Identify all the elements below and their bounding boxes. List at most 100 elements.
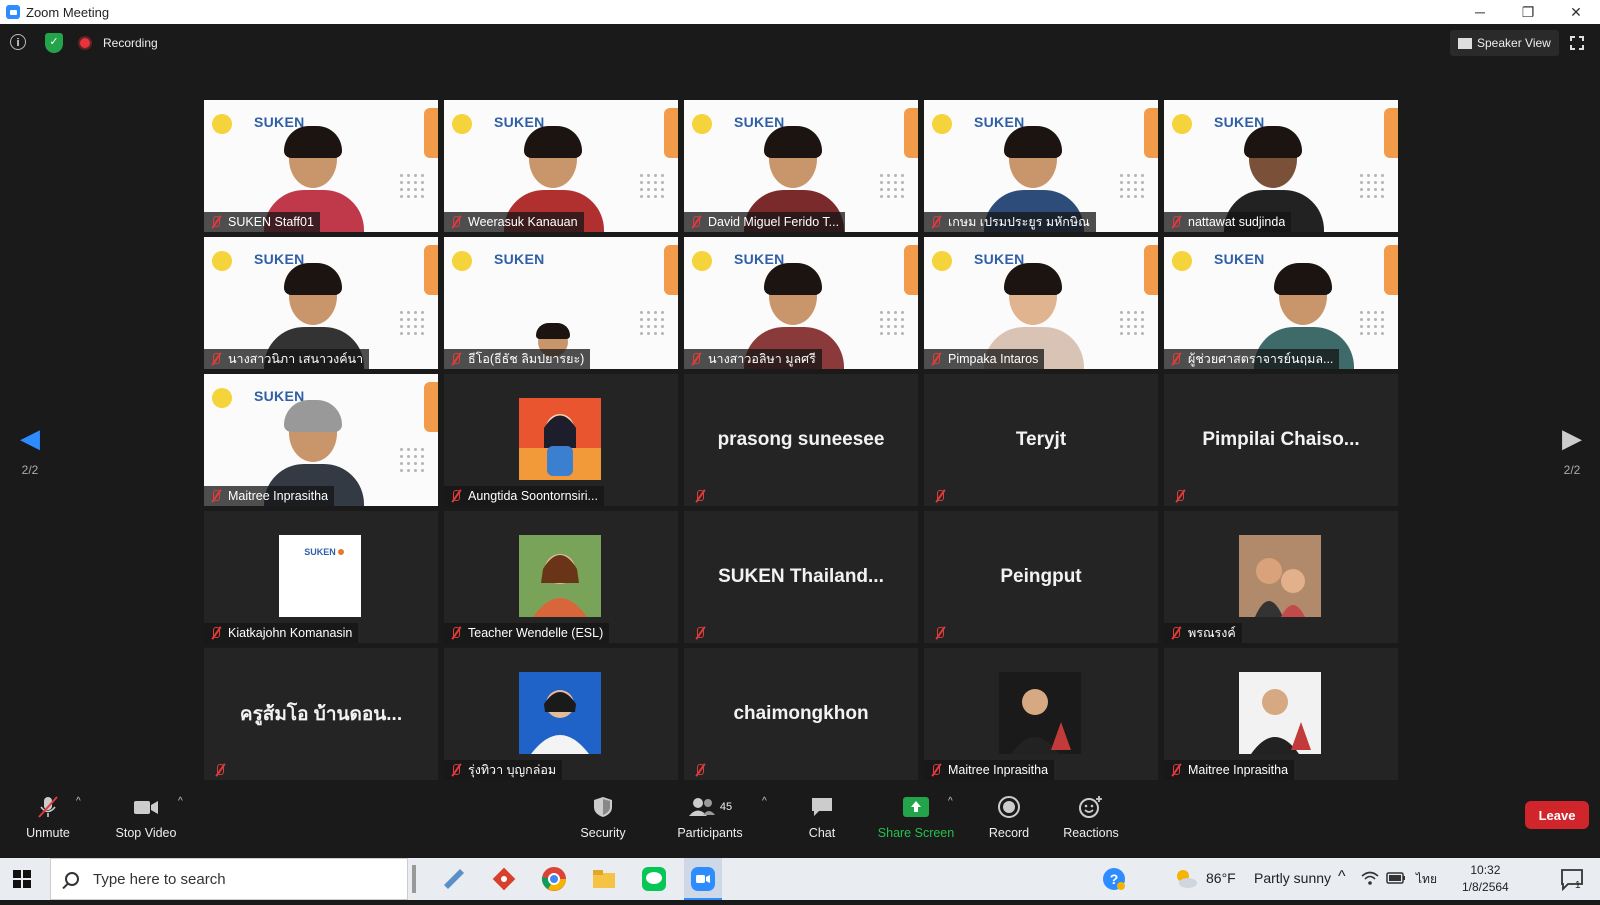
- participant-tile[interactable]: SUKEN นางสาวนิภา เสนาวงค์นา: [204, 237, 438, 369]
- participant-tile[interactable]: SUKEN นางสาวอลิษา มูลศรี: [684, 237, 918, 369]
- name-tag: Weerasuk Kanauan: [444, 212, 584, 232]
- wifi-icon[interactable]: [1360, 868, 1380, 888]
- share-screen-icon: [903, 797, 929, 817]
- participant-name: Pimpaka Intaros: [948, 352, 1039, 366]
- reactions-button[interactable]: Reactions: [1060, 794, 1122, 840]
- security-button[interactable]: Security: [568, 794, 638, 840]
- system-clock[interactable]: 10:32 1/8/2564: [1462, 862, 1509, 896]
- participant-name-large: SUKEN Thailand...: [718, 566, 884, 587]
- chrome-icon[interactable]: [540, 865, 568, 893]
- taskbar-search-box[interactable]: [50, 858, 408, 900]
- close-button[interactable]: ✕: [1552, 0, 1600, 24]
- participant-tile[interactable]: SUKEN David Miguel Ferido T...: [684, 100, 918, 232]
- speaker-view-icon: [1458, 37, 1472, 49]
- file-viewer-app-icon[interactable]: [440, 865, 468, 893]
- unmute-button[interactable]: Unmute: [16, 794, 80, 840]
- participant-tile[interactable]: ครูส้มโอ บ้านดอน...: [204, 648, 438, 780]
- participant-name: David Miguel Ferido T...: [708, 215, 840, 229]
- participant-name-large: Teryjt: [1015, 429, 1067, 450]
- share-screen-button[interactable]: Share Screen: [874, 794, 958, 840]
- participant-name: Teacher Wendelle (ESL): [468, 626, 604, 640]
- participant-tile[interactable]: Teacher Wendelle (ESL): [444, 511, 678, 643]
- decor-dots: [398, 446, 424, 472]
- taskbar-search-input[interactable]: [91, 869, 395, 889]
- participant-tile[interactable]: รุ่งทิวา บุญกล่อม: [444, 648, 678, 780]
- name-tag: Teacher Wendelle (ESL): [444, 623, 610, 643]
- restore-button[interactable]: ❐: [1504, 0, 1552, 24]
- svg-text:?: ?: [1110, 871, 1119, 887]
- participant-tile[interactable]: SUKEN ธีโอ(ธีธัช ลิมปยารยะ): [444, 237, 678, 369]
- decor-shape: [424, 245, 438, 295]
- leave-button[interactable]: Leave: [1525, 801, 1589, 829]
- chat-button[interactable]: Chat: [800, 794, 844, 840]
- decor-shape: [664, 245, 678, 295]
- share-options-caret-icon[interactable]: ^: [948, 796, 953, 807]
- participant-tile[interactable]: Aungtida Soontornsiri...: [444, 374, 678, 506]
- participant-tile[interactable]: SUKEN SUKEN Staff01: [204, 100, 438, 232]
- participant-tile[interactable]: prasong suneesee: [684, 374, 918, 506]
- mic-muted-icon: [932, 625, 948, 641]
- participant-tile[interactable]: Teryjt: [924, 374, 1158, 506]
- arrow-right-icon[interactable]: ▶: [1557, 425, 1587, 451]
- fullscreen-icon[interactable]: [1570, 36, 1584, 50]
- participants-label: Participants: [677, 826, 743, 840]
- participants-button[interactable]: 45 Participants: [668, 794, 752, 840]
- participant-name: SUKEN Staff01: [228, 215, 314, 229]
- participant-tile[interactable]: SUKEN ผู้ช่วยศาสตราจารย์นฤมล...: [1164, 237, 1398, 369]
- participant-tile[interactable]: Maitree Inprasitha: [924, 648, 1158, 780]
- encryption-shield-icon[interactable]: ✓: [45, 33, 63, 53]
- medal-icon: [692, 251, 712, 271]
- help-icon[interactable]: ?: [1100, 865, 1128, 893]
- name-tag: nattawat sudjinda: [1164, 212, 1292, 232]
- minimize-button[interactable]: ─: [1456, 0, 1504, 24]
- game-app-icon[interactable]: [490, 865, 518, 893]
- arrow-left-icon[interactable]: ◀: [15, 425, 45, 451]
- decor-shape: [424, 108, 438, 158]
- name-tag: นางสาวอลิษา มูลศรี: [684, 349, 822, 369]
- mic-muted-icon: [448, 488, 464, 504]
- name-tag: Kiatkajohn Komanasin: [204, 623, 359, 643]
- prev-page-nav[interactable]: ◀ 2/2: [15, 425, 45, 477]
- video-options-caret-icon[interactable]: ^: [178, 796, 183, 807]
- participant-tile[interactable]: SUKEN nattawat sudjinda: [1164, 100, 1398, 232]
- window-titlebar: Zoom Meeting ─ ❐ ✕: [0, 0, 1600, 24]
- language-indicator[interactable]: ไทย: [1416, 870, 1437, 889]
- line-app-icon[interactable]: [640, 865, 668, 893]
- microphone-muted-icon: [38, 796, 58, 818]
- participant-tile[interactable]: SUKEN Thailand...: [684, 511, 918, 643]
- audio-options-caret-icon[interactable]: ^: [76, 796, 81, 807]
- battery-icon[interactable]: [1386, 870, 1406, 886]
- mic-muted-icon: [448, 625, 464, 641]
- participants-options-caret-icon[interactable]: ^: [762, 796, 767, 807]
- participant-tile[interactable]: Pimpilai Chaiso...: [1164, 374, 1398, 506]
- mic-muted-icon: [928, 214, 944, 230]
- participant-tile[interactable]: SUKEN Weerasuk Kanauan: [444, 100, 678, 232]
- speaker-view-button[interactable]: Speaker View: [1450, 30, 1559, 56]
- zoom-taskbar-item[interactable]: [684, 858, 722, 900]
- participant-tile[interactable]: SUKEN Kiatkajohn Komanasin: [204, 511, 438, 643]
- participant-tile[interactable]: พรณรงค์: [1164, 511, 1398, 643]
- decor-dots: [398, 309, 424, 335]
- record-icon: [998, 796, 1020, 818]
- next-page-nav[interactable]: ▶ 2/2: [1557, 425, 1587, 477]
- participant-tile[interactable]: chaimongkhon: [684, 648, 918, 780]
- reactions-emoji-icon: [1079, 796, 1102, 818]
- stop-video-button[interactable]: Stop Video: [110, 794, 182, 840]
- decor-dots: [398, 172, 424, 198]
- record-button[interactable]: Record: [985, 794, 1033, 840]
- participant-tile[interactable]: SUKEN เกษม เปรมประยูร มหักษิณ: [924, 100, 1158, 232]
- decor-shape: [904, 245, 918, 295]
- mic-muted-icon: [1168, 762, 1184, 778]
- windows-start-icon[interactable]: [13, 870, 31, 888]
- participant-tile[interactable]: SUKEN Maitree Inprasitha: [204, 374, 438, 506]
- notification-center-icon[interactable]: [1558, 865, 1586, 893]
- name-tag: Aungtida Soontornsiri...: [444, 486, 604, 506]
- participants-icon: [688, 798, 715, 816]
- tray-overflow-chevron-icon[interactable]: ^: [1338, 868, 1346, 886]
- participant-tile[interactable]: SUKEN Pimpaka Intaros: [924, 237, 1158, 369]
- security-label: Security: [580, 826, 626, 840]
- info-icon[interactable]: i: [10, 34, 26, 50]
- file-explorer-icon[interactable]: [590, 865, 618, 893]
- participant-tile[interactable]: Peingput: [924, 511, 1158, 643]
- participant-tile[interactable]: Maitree Inprasitha: [1164, 648, 1398, 780]
